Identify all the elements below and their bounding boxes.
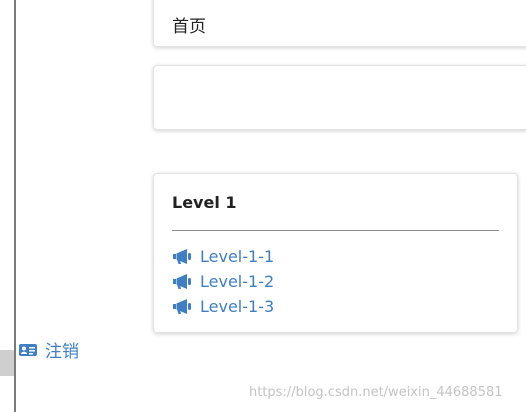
bullhorn-icon — [173, 299, 191, 314]
home-title[interactable]: 首页 — [172, 12, 206, 37]
bullhorn-icon — [173, 249, 191, 264]
menu-card-title: Level 1 — [172, 193, 237, 212]
level-menu-card: Level 1 Level-1-1 Level-1-2 Level-1-3 — [153, 173, 518, 333]
menu-item-label: Level-1-3 — [200, 297, 275, 316]
left-scrollbar[interactable] — [0, 350, 14, 376]
menu-item-label: Level-1-2 — [200, 272, 275, 291]
menu-item-label: Level-1-1 — [200, 247, 275, 266]
home-card: 首页 — [153, 0, 526, 47]
menu-list: Level-1-1 Level-1-2 Level-1-3 — [172, 244, 274, 319]
id-card-icon — [19, 343, 37, 356]
empty-content-card — [153, 65, 526, 130]
bullhorn-icon — [173, 274, 191, 289]
menu-item-level-1-2[interactable]: Level-1-2 — [172, 269, 274, 294]
logout-link[interactable]: 注销 — [19, 337, 79, 362]
menu-card-divider — [172, 230, 499, 231]
menu-item-level-1-1[interactable]: Level-1-1 — [172, 244, 274, 269]
page: 首页 Level 1 Level-1-1 Level-1-2 Level-1-3… — [0, 0, 526, 412]
menu-item-level-1-3[interactable]: Level-1-3 — [172, 294, 274, 319]
left-border-divider — [14, 0, 16, 412]
logout-label: 注销 — [45, 342, 79, 362]
watermark-text: https://blog.csdn.net/weixin_44688581 — [249, 385, 503, 400]
